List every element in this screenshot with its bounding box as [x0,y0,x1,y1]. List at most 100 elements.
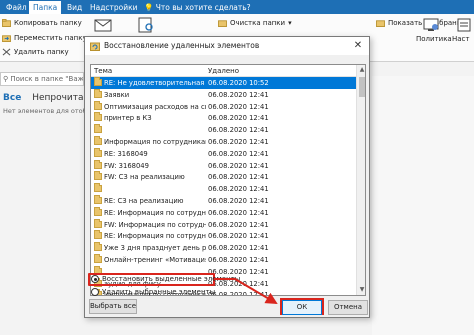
item-subject: Заявки [104,90,130,99]
policy-icon [423,18,439,31]
clean-folder-button[interactable]: Очистка папки ▾ [218,19,292,27]
search-folder-button[interactable] [135,17,157,35]
item-deleted-date: 06.08.2020 12:41 [208,291,269,296]
list-item[interactable]: 06.08.2020 12:41 [91,183,356,195]
radio-on-icon [91,275,99,283]
column-header-deleted[interactable]: Удалено [208,67,239,75]
folder-icon [94,230,102,240]
list-item[interactable]: FW: Информация по сотрудник...06.08.2020… [91,218,356,231]
delete-selected-radio[interactable]: Удалить выбранные элементы [91,288,215,296]
tab-file[interactable]: Файл [2,1,31,14]
tab-view[interactable]: Вид [63,1,86,14]
dialog-titlebar: Восстановление удаленных элементов ✕ [85,37,369,55]
list-item[interactable]: RE: 3168049 06.08.2020 12:41 [91,147,356,160]
list-item[interactable]: RE: Не удовлетворительная р...06.08.2020… [91,77,356,89]
item-deleted-date: 06.08.2020 12:41 [208,244,269,253]
folder-icon [94,135,102,145]
item-deleted-date: 06.08.2020 12:41 [208,126,269,135]
copy-folder-button[interactable]: Копировать папку [2,19,82,27]
right-pane [372,76,474,335]
item-subject: RE: Информация по сотрудник... [104,208,206,217]
scroll-up-icon[interactable]: ▲ [357,65,365,75]
empty-message: Нет элементов для отобра [3,107,95,115]
list-item[interactable]: 06.08.2020 12:41 [91,124,356,136]
tell-me-label: Что вы хотите сделать? [155,3,251,12]
item-subject: RE: СЗ на реализацию [104,196,184,205]
properties-label: Наст [452,35,470,43]
list-item[interactable]: Уже 3 дня празднует день рож...06.08.202… [91,242,356,254]
list-item[interactable]: принтер в КЗ 06.08.2020 12:41 [91,112,356,124]
folder-icon [94,88,102,98]
item-subject: принтер в КЗ [104,114,152,123]
list-item[interactable]: FW: СЗ на реализацию 06.08.2020 12:41 [91,171,356,183]
item-subject: RE: Информация по сотрудник... [104,232,206,241]
properties-icon [457,18,471,32]
list-item[interactable]: RE: СЗ на реализацию 06.08.2020 12:41 [91,194,356,207]
item-subject: Оптимизация расходов на связь [104,102,206,111]
item-deleted-date: 06.08.2020 12:41 [208,208,269,217]
list-item[interactable]: Заявки 06.08.2020 12:41 [91,88,356,101]
item-deleted-date: 06.08.2020 12:41 [208,232,269,241]
broom-icon [218,20,227,27]
tab-folder[interactable]: Папка [29,1,62,14]
policy-label: Политика [416,35,452,43]
folder-icon [94,112,102,122]
delete-folder-button[interactable]: Удалить папку [2,48,69,56]
list-rows: RE: Не удовлетворительная р...06.08.2020… [91,77,356,296]
filter-all[interactable]: Все [3,93,21,103]
item-deleted-date: 06.08.2020 12:41 [208,196,269,205]
policy-button[interactable]: Политика [416,17,452,43]
move-folder-button[interactable]: Переместить папку [2,34,87,42]
tell-me-search[interactable]: 💡 Что вы хотите сделать? [140,1,255,14]
lightbulb-icon: 💡 [144,3,156,12]
vertical-scrollbar[interactable]: ▲ ▼ [356,65,365,295]
item-deleted-date: 06.08.2020 12:41 [208,114,269,123]
restore-selected-label: Восстановить выделенные элементы [102,275,241,283]
restore-selected-radio[interactable]: Восстановить выделенные элементы [91,275,240,283]
move-folder-icon [2,35,11,42]
ribbon-tab-bar: Файл Папка Вид Надстройки 💡 Что вы хотит… [0,0,474,14]
list-item[interactable]: RE: Информация по сотрудник...06.08.2020… [91,206,356,219]
cancel-button[interactable]: Отмена [328,300,368,315]
list-item[interactable]: Оптимизация расходов на связь06.08.2020 … [91,100,356,113]
list-item[interactable]: Онлайн-тренинг «Мотивация и ...06.08.202… [91,253,356,266]
close-button[interactable]: ✕ [351,39,365,53]
folder-icon [94,124,102,134]
list-header: Тема Удалено [91,65,356,77]
item-deleted-date: 06.08.2020 12:41 [208,173,269,182]
folder-icon [94,183,102,193]
search-input[interactable]: ⚲ Поиск в папке "Важное" [0,72,84,86]
ok-button[interactable]: ОК [282,300,322,315]
item-deleted-date: 06.08.2020 10:52 [208,79,269,87]
item-deleted-date: 06.08.2020 12:41 [208,220,269,229]
item-subject: FW: 3168049 [104,161,149,170]
list-item[interactable]: Информация по сотрудникам ...06.08.2020 … [91,135,356,148]
tab-addins[interactable]: Надстройки [86,1,142,14]
folder-icon [94,147,102,157]
scroll-down-icon[interactable]: ▼ [357,285,365,295]
item-subject: RE: Не удовлетворительная р... [104,79,206,87]
search-placeholder: Поиск в папке "Важное" [10,75,84,83]
scroll-thumb[interactable] [359,77,365,97]
folder-icon [94,100,102,110]
radio-off-icon [91,288,99,296]
list-item[interactable]: FW: 3168049 06.08.2020 12:41 [91,159,356,172]
item-deleted-date: 06.08.2020 12:41 [208,137,269,146]
folder-icon [94,242,102,252]
clean-folder-label: Очистка папки [230,19,286,27]
folder-icon [94,77,102,86]
column-header-subject[interactable]: Тема [94,67,112,75]
folder-properties-button[interactable]: Наст [452,17,474,43]
recover-deleted-items-dialog: Восстановление удаленных элементов ✕ Тем… [84,36,370,318]
folder-icon [94,206,102,216]
item-subject: Уже 3 дня празднует день рож... [104,244,206,253]
select-all-button[interactable]: Выбрать все [89,299,137,314]
list-item[interactable]: RE: Информация по сотрудник...06.08.2020… [91,230,356,242]
item-subject: Информация по сотрудникам ... [104,137,206,146]
folder-icon [94,171,102,181]
deleted-items-list[interactable]: Тема Удалено RE: Не удовлетворительная р… [90,64,366,296]
recover-icon [90,42,100,51]
star-folder-icon [376,20,385,27]
new-folder-button[interactable] [92,17,114,35]
item-subject: Онлайн-тренинг «Мотивация и ... [104,255,206,264]
